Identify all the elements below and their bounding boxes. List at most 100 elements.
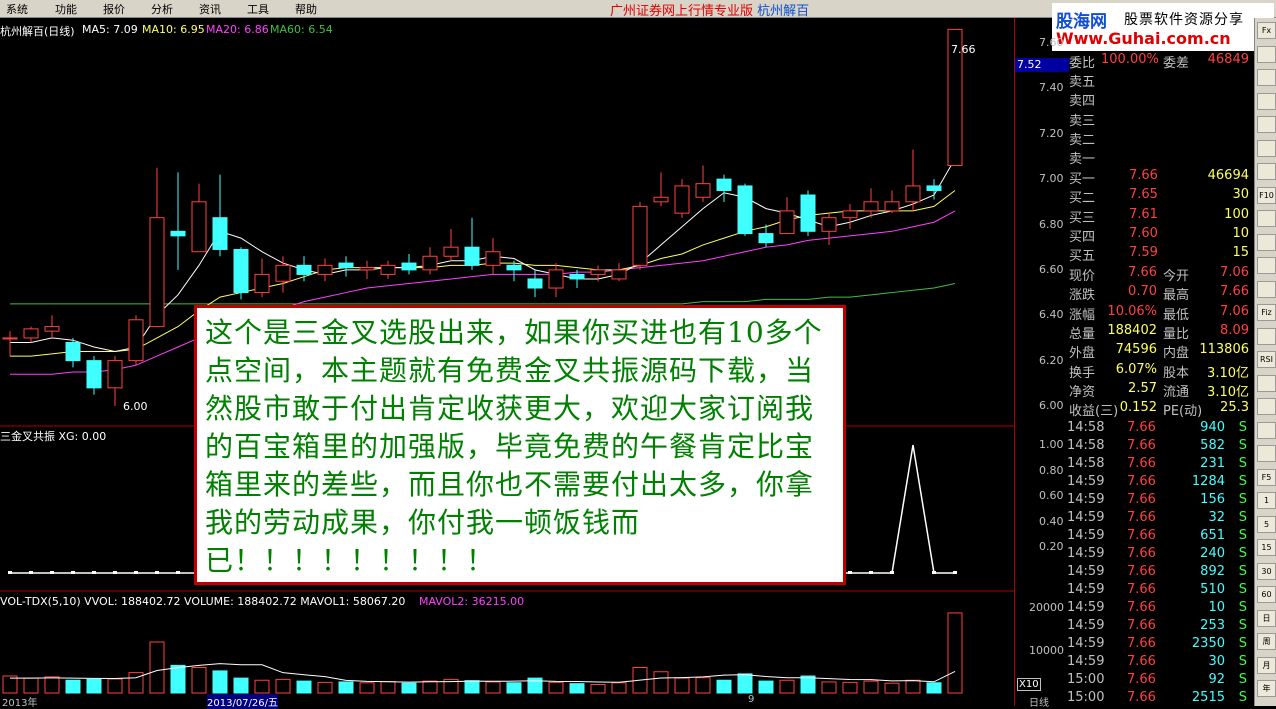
tick-side: S [1238,654,1247,669]
toolbar-button[interactable] [1257,445,1276,462]
toolbar-button[interactable]: 月 [1257,656,1276,674]
tick-time: 14:58 [1067,456,1105,471]
toolbar-button[interactable]: 1 [1257,492,1276,509]
stat-label: PE(动) [1163,404,1203,420]
toolbar-button[interactable]: F5 [1257,468,1276,486]
candle-body [149,217,165,328]
stat-value: 0.70 [1128,284,1157,300]
tick-side: S [1238,474,1247,489]
toolbar-button[interactable] [1257,257,1276,274]
price-tick: 6.20 [1039,353,1064,367]
indicator-tick: 0.80 [1039,463,1064,477]
menu-info[interactable]: 资讯 [199,1,221,17]
menu-quote[interactable]: 报价 [103,1,125,17]
menu-system[interactable]: 系统 [6,1,28,17]
tick-volume: 2350 [1191,636,1225,651]
menu-function[interactable]: 功能 [55,1,77,17]
menu-analysis[interactable]: 分析 [151,1,173,17]
current-price-tag: 7.52 [1015,58,1069,72]
toolbar-button[interactable] [1257,45,1276,63]
trade-tick-row: 14:59 7.66 2350 S [1067,636,1253,654]
volume-bar [65,679,81,694]
tick-side: S [1238,456,1247,471]
xg-point [71,571,75,574]
volume-bar [233,677,249,694]
tick-time: 14:59 [1067,618,1105,633]
tick-time: 14:59 [1067,528,1105,543]
sell-row: 卖三 [1067,110,1253,129]
price-tick: 7.60 [1039,36,1064,49]
toolbar-button[interactable]: 15 [1257,539,1276,556]
toolbar-button[interactable] [1257,280,1276,298]
toolbar-button[interactable]: 日 [1257,609,1276,627]
volume-bar [149,641,165,694]
volume-bar [275,678,291,694]
volume-bar [884,682,900,694]
toolbar-button[interactable] [1257,374,1276,392]
candle-body [590,269,606,275]
volume-bar [569,683,585,694]
trade-tick-row: 14:58 7.66 582 S [1067,438,1253,456]
toolbar-button[interactable] [1257,233,1276,251]
candle-body [65,341,81,362]
notice-text: 这个是三金叉选股出来，如果你买进也有10多个点空间，本主题就有免费金叉共振源码下… [205,316,823,577]
volume-bar [317,681,333,694]
toolbar-button[interactable]: RSI [1257,351,1276,368]
tick-side: S [1238,582,1247,597]
volume-label: VOL-TDX(5,10) VVOL: 188402.72 VOLUME: 18… [0,595,406,608]
toolbar-button[interactable]: 5 [1257,515,1276,533]
toolbar-button[interactable]: 年 [1257,680,1276,697]
stat-row: 外盘 74596 内盘 113806 [1067,342,1253,361]
app-title: 广州证券网上行情专业版 杭州解百 [610,4,810,19]
candle-body [401,262,417,271]
volume-bar [926,682,942,694]
toolbar-button[interactable] [1257,210,1276,227]
toolbar-button[interactable]: 60 [1257,586,1276,603]
volume-tick: 20000 [1029,601,1064,614]
tick-price: 7.66 [1127,492,1156,507]
stat-row: 总量 188402 量比 8.09 [1067,323,1253,342]
stat-row: 现价 7.66 今开 7.06 [1067,265,1253,284]
volume-bar [380,681,396,694]
trade-tick-row: 15:00 7.66 2515 S [1067,690,1253,708]
toolbar-button[interactable] [1257,421,1276,439]
buy-label: 买一 [1069,172,1096,187]
candle-body [233,248,249,294]
trade-tick-row: 14:58 7.66 231 S [1067,456,1253,474]
candle-body [632,205,648,266]
stat-value: 7.06 [1220,303,1249,319]
stat-row: 净资 2.57 流通 3.10亿 [1067,381,1253,400]
toolbar-button[interactable] [1257,398,1276,415]
toolbar-button[interactable] [1257,139,1276,157]
xg-point [890,571,894,574]
tick-price: 7.66 [1127,618,1156,633]
menu-tools[interactable]: 工具 [247,1,269,17]
toolbar-button[interactable]: 30 [1257,562,1276,580]
toolbar-button[interactable] [1257,327,1276,345]
trade-tick-row: 14:59 7.66 253 S [1067,618,1253,636]
tick-volume: 2515 [1191,690,1225,705]
toolbar-button[interactable]: Fx [1257,22,1276,39]
tick-price: 7.66 [1127,690,1156,705]
trade-tick-row: 14:59 7.66 32 S [1067,510,1253,528]
ma10-label: MA10: 6.95 [142,23,205,36]
stat-value: 7.06 [1220,265,1249,280]
toolbar-button[interactable] [1257,69,1276,86]
logo-url: Www.Guhai.com.cn [1056,29,1231,48]
sell-label: 卖一 [1069,152,1096,168]
toolbar-button[interactable] [1257,116,1276,133]
trade-tick-row: 14:59 7.66 651 S [1067,528,1253,546]
toolbar-button[interactable] [1257,163,1276,180]
menu-help[interactable]: 帮助 [295,1,317,17]
tick-time: 14:59 [1067,582,1105,597]
buy-row: 买一 7.66 46694 [1067,168,1253,187]
toolbar-button[interactable]: F10 [1257,186,1276,204]
price-tick: 7.20 [1039,126,1064,140]
stat-value: 10.06% [1107,303,1157,319]
toolbar-button[interactable]: Fiz [1257,304,1276,321]
stat-label: 收益(三) [1069,404,1119,420]
stat-row: 收益(三) 0.152 PE(动) 25.3 [1067,400,1253,420]
volume-bar [611,682,627,694]
toolbar-button[interactable]: 周 [1257,633,1276,650]
toolbar-button[interactable] [1257,92,1276,110]
